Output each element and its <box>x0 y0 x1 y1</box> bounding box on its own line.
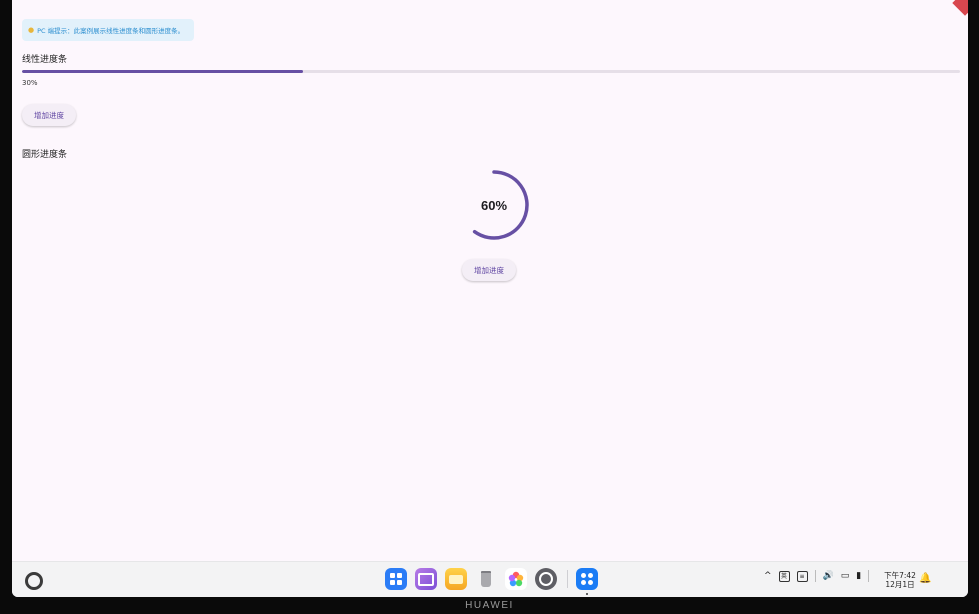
circular-progress: 60% <box>458 168 530 242</box>
input-method-icon[interactable]: 英 <box>778 570 790 582</box>
lightbulb-icon: ● <box>28 26 35 34</box>
linear-progress-bar <box>22 70 960 73</box>
corner-badge <box>952 0 968 16</box>
circular-progress-value: 60% <box>480 197 508 213</box>
clock[interactable]: 下午7:42 12月1日 <box>882 571 918 589</box>
trash-icon[interactable] <box>475 568 497 590</box>
circular-increase-button[interactable]: 增加进度 <box>462 259 516 281</box>
photos-icon[interactable] <box>505 568 527 590</box>
app-launcher-icon[interactable] <box>576 568 598 595</box>
pc-hint-banner: ● PC 端提示：此案例展示线性进度条和圆形进度条。 <box>22 19 195 41</box>
linear-progress-fill <box>22 70 304 73</box>
display-icon[interactable]: ▭ <box>841 571 850 581</box>
hint-text: PC 端提示：此案例展示线性进度条和圆形进度条。 <box>37 27 185 35</box>
running-indicator <box>586 593 588 595</box>
clock-time: 下午7:42 <box>884 571 916 580</box>
battery-icon[interactable]: ▮ <box>856 571 861 581</box>
tray-divider <box>814 570 816 582</box>
app-center-icon[interactable] <box>385 568 407 590</box>
notification-bell-icon[interactable]: 🔔 <box>919 573 931 584</box>
clipboard-icon[interactable]: ≡ <box>796 570 808 582</box>
device-brand-label: HUAWEI <box>465 600 514 611</box>
start-icon[interactable] <box>25 572 43 590</box>
linear-progress-title: 线性进度条 <box>22 55 68 65</box>
system-tray: ^ 英 ≡ 🔊 ▭ ▮ <box>764 570 870 582</box>
chevron-up-icon[interactable]: ^ <box>764 571 772 581</box>
dock-divider <box>567 570 568 588</box>
app-window: ● PC 端提示：此案例展示线性进度条和圆形进度条。 线性进度条 30% 增加进… <box>12 0 968 597</box>
circular-progress-title: 圆形进度条 <box>22 150 68 160</box>
clock-date: 12月1日 <box>885 580 915 589</box>
settings-icon[interactable] <box>535 568 557 590</box>
volume-icon[interactable]: 🔊 <box>823 571 834 581</box>
dock <box>385 568 606 595</box>
linear-increase-button[interactable]: 增加进度 <box>22 104 76 126</box>
gallery-icon[interactable] <box>415 568 437 590</box>
files-icon[interactable] <box>445 568 467 590</box>
linear-progress-value: 30% <box>22 79 38 87</box>
tray-divider <box>868 570 870 582</box>
taskbar: ^ 英 ≡ 🔊 ▭ ▮ 下午7:42 12月1日 🔔 <box>12 561 968 597</box>
